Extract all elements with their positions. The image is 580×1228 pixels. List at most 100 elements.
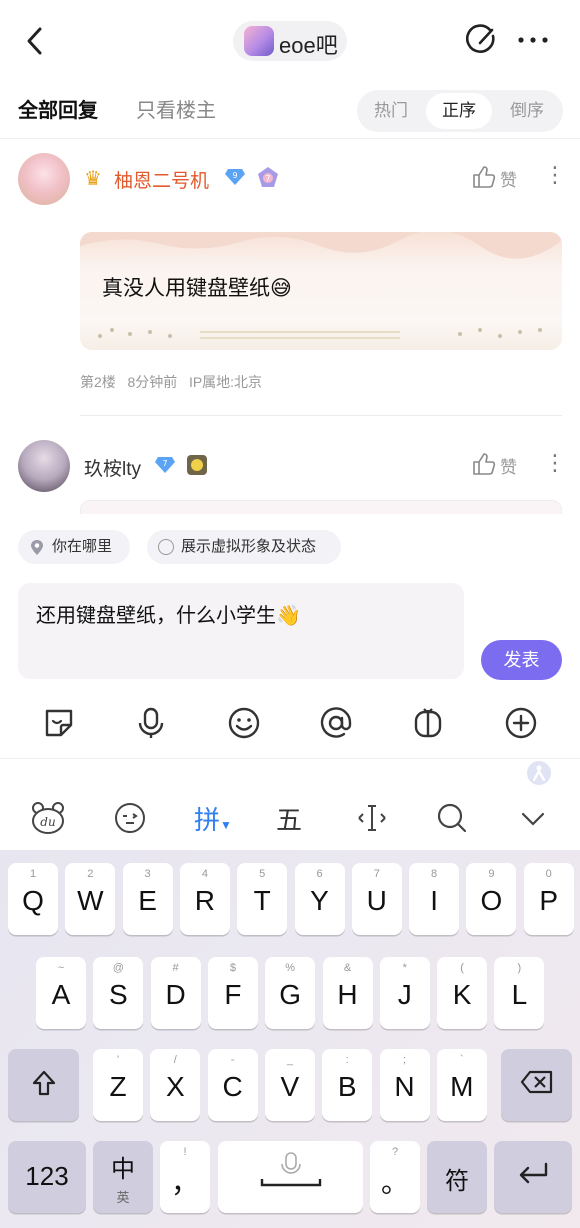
key-v[interactable]: _ V — [264, 1049, 315, 1121]
key-f[interactable]: $ F — [207, 957, 258, 1029]
like-label[interactable]: 赞 — [500, 453, 517, 478]
avatar[interactable] — [18, 153, 70, 205]
emoji-face-icon[interactable] — [112, 800, 148, 836]
search-icon[interactable] — [434, 800, 470, 836]
reply-input[interactable] — [18, 583, 464, 679]
more-icon[interactable] — [516, 28, 550, 52]
divider — [0, 138, 580, 139]
back-arrow-icon[interactable] — [22, 24, 50, 58]
accessibility-icon[interactable] — [526, 760, 552, 786]
smiley-icon[interactable] — [227, 706, 261, 740]
key-n[interactable]: ; N — [379, 1049, 430, 1121]
comma-key[interactable]: !， — [160, 1141, 210, 1213]
key-c[interactable]: -C — [207, 1049, 258, 1121]
member-badge-icon: 7 — [258, 167, 278, 187]
key-t[interactable]: 5T — [237, 863, 288, 935]
key-h[interactable]: & H — [322, 957, 373, 1029]
key-x[interactable]: / X — [150, 1049, 201, 1121]
caret-down-icon: ▼ — [220, 818, 232, 832]
tab-all-replies[interactable]: 全部回复 — [18, 94, 98, 123]
key-o[interactable]: 9O — [466, 863, 517, 935]
key-label — [501, 1069, 572, 1102]
key-d[interactable]: # D — [150, 957, 201, 1029]
key-label: C — [222, 1071, 243, 1102]
period-key[interactable]: ?。 — [370, 1141, 420, 1213]
tab-op-only[interactable]: 只看楼主 — [136, 94, 216, 123]
forum-name[interactable]: eoe吧 — [279, 28, 338, 60]
avatar[interactable] — [18, 440, 70, 492]
key-p[interactable]: 0P — [523, 863, 574, 935]
key-label: Y — [310, 885, 329, 916]
sticker-icon[interactable] — [42, 706, 76, 740]
key-i[interactable]: 8I — [409, 863, 460, 935]
post-menu-icon[interactable]: ⋮ — [544, 452, 566, 474]
numbers-key[interactable]: 123 — [8, 1141, 86, 1213]
like-label[interactable]: 赞 — [500, 166, 517, 191]
key-w[interactable]: 2W — [65, 863, 116, 935]
language-switch-key[interactable]: 中英 — [93, 1141, 153, 1213]
key-g[interactable]: % G — [265, 957, 316, 1029]
space-key[interactable] — [218, 1141, 363, 1213]
radio-icon[interactable] — [158, 539, 174, 555]
key-s[interactable]: @ S — [93, 957, 144, 1029]
key-u[interactable]: 7U — [351, 863, 402, 935]
key-label: A — [51, 979, 71, 1010]
edit-icon[interactable] — [466, 24, 498, 56]
show-avatar-chip[interactable]: 展示虚拟形象及状态 — [147, 530, 341, 564]
key-m[interactable]: ` M — [436, 1049, 487, 1121]
plus-icon[interactable] — [504, 706, 538, 740]
key-label: M — [450, 1071, 474, 1102]
backspace-key[interactable] — [501, 1049, 572, 1121]
sort-hot[interactable]: 热门 — [359, 90, 423, 132]
thumbs-up-icon[interactable] — [471, 451, 497, 477]
username[interactable]: 玖桉lty — [84, 454, 141, 481]
svg-text:7: 7 — [265, 174, 270, 183]
wubi-toggle[interactable]: 五 — [276, 800, 302, 837]
key-label: 123 — [25, 1161, 69, 1191]
baidu-keyboard-icon[interactable]: du — [30, 800, 66, 836]
key-label: D — [165, 979, 186, 1010]
key-r[interactable]: 4R — [179, 863, 230, 935]
key-label: S — [108, 979, 128, 1010]
at-icon[interactable] — [319, 706, 353, 740]
shift-key[interactable] — [8, 1049, 79, 1121]
symbols-key[interactable]: 符 — [427, 1141, 487, 1213]
pinyin-toggle[interactable]: 拼▼ — [194, 800, 232, 837]
key-secondary-label: ) — [517, 962, 522, 974]
key-label — [8, 1069, 79, 1104]
key-y[interactable]: 6Y — [294, 863, 345, 935]
backspace-icon — [520, 1070, 552, 1094]
sort-desc[interactable]: 倒序 — [495, 90, 559, 132]
key-b[interactable]: :B — [322, 1049, 373, 1121]
key-label: B — [337, 1071, 357, 1102]
key-z[interactable]: ' Z — [93, 1049, 143, 1121]
key-a[interactable]: ~ A — [36, 957, 86, 1029]
post-menu-icon[interactable]: ⋮ — [544, 164, 566, 186]
enter-key[interactable] — [494, 1141, 572, 1213]
key-l[interactable]: ) L — [494, 957, 545, 1029]
key-j[interactable]: * J — [379, 957, 430, 1029]
key-k[interactable]: (K — [437, 957, 488, 1029]
reply-input-text[interactable]: 还用键盘壁纸，什么小学生👋 — [36, 599, 301, 628]
svg-text:9: 9 — [232, 171, 237, 180]
microphone-icon[interactable] — [134, 706, 168, 740]
gift-icon[interactable] — [411, 706, 445, 740]
key-secondary-label: ! — [183, 1146, 187, 1158]
key-label: F — [224, 979, 242, 1010]
send-button[interactable]: 发表 — [481, 640, 562, 680]
key-label: 中 — [111, 1156, 135, 1183]
chevron-down-icon[interactable] — [516, 800, 550, 836]
key-secondary-label: - — [230, 1054, 235, 1066]
key-label: T — [253, 885, 271, 916]
key-secondary-label: _ — [286, 1054, 293, 1066]
key-secondary-label: ' — [116, 1054, 120, 1066]
username[interactable]: 柚恩二号机 — [114, 166, 209, 193]
cursor-move-icon[interactable] — [354, 800, 390, 836]
key-q[interactable]: 1Q — [8, 863, 58, 935]
key-e[interactable]: 3E — [122, 863, 173, 935]
thumbs-up-icon[interactable] — [471, 164, 497, 190]
sort-asc[interactable]: 正序 — [426, 93, 492, 129]
key-label: R — [194, 885, 215, 916]
sort-switch: 热门 正序 倒序 — [357, 90, 563, 132]
post-time: 8分钟前 — [127, 374, 178, 390]
